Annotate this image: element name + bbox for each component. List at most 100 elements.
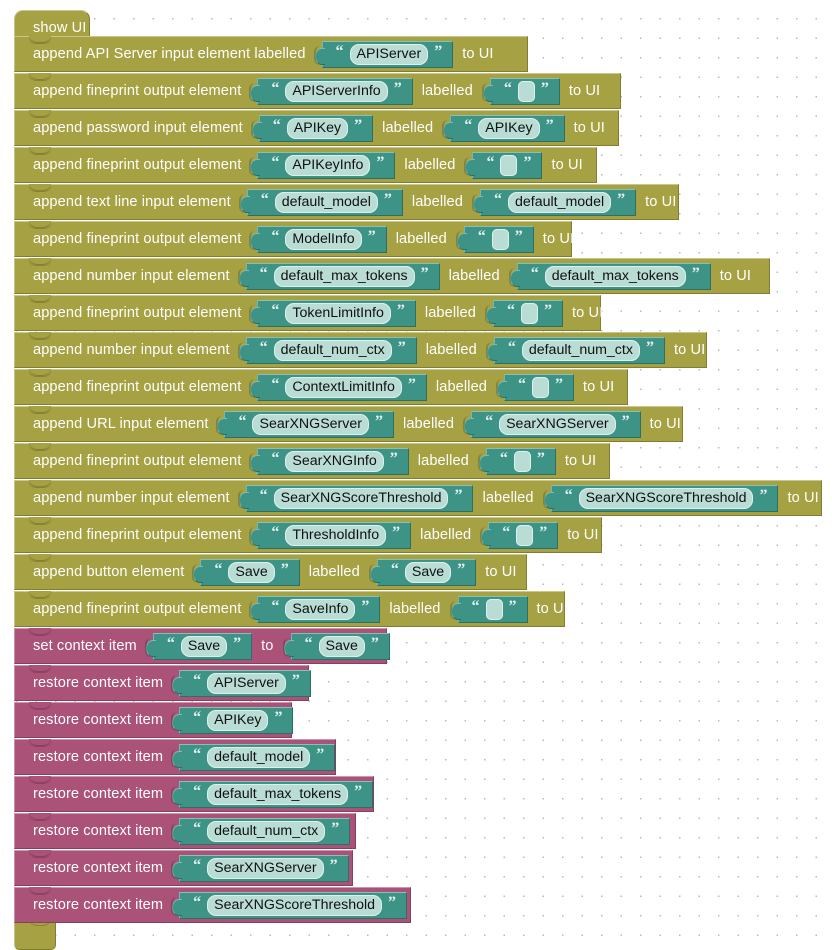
text-field[interactable]: ContextLimitInfo — [285, 376, 402, 398]
text-field[interactable] — [500, 154, 518, 176]
text-field[interactable]: APIKey — [207, 709, 269, 731]
value-block-text[interactable]: “ Save ” — [282, 632, 390, 660]
value-block-text[interactable]: “ APIKey ” — [442, 114, 565, 142]
value-block-text[interactable]: “ Save ” — [144, 632, 253, 660]
text-field[interactable]: Save — [318, 635, 365, 657]
value-block-empty[interactable]: “” — [484, 299, 563, 327]
block-append-saveinfo-fineprint[interactable]: append fineprint output element “ SaveInfo… — [14, 591, 568, 627]
value-block-text[interactable]: “ APIKey ” — [250, 114, 374, 142]
blockly-workspace[interactable]: show UI append API Server input element l… — [0, 0, 832, 950]
value-block-text[interactable]: “ TokenLimitInfo ” — [249, 299, 416, 327]
text-field[interactable]: Save — [180, 635, 228, 657]
value-block-text[interactable]: “ default_max_tokens ” — [237, 262, 440, 290]
block-restore-context-item-default-max-tokens[interactable]: restore context item “ default_max_tokens ” — [14, 776, 374, 812]
block-append-modelinfo-fineprint[interactable]: append fineprint output element “ ModelInf… — [14, 221, 574, 257]
text-field[interactable]: APIServerInfo — [285, 80, 388, 102]
block-append-url-input[interactable]: append URL input element “ SearXNGServer ” l… — [14, 406, 683, 442]
text-field[interactable]: APIKeyInfo — [285, 154, 371, 176]
value-block-text[interactable]: “ ContextLimitInfo ” — [249, 373, 427, 401]
value-block-text[interactable]: “ APIServerInfo ” — [249, 77, 413, 105]
text-field[interactable]: default_num_ctx — [207, 820, 326, 842]
text-field[interactable] — [520, 302, 538, 324]
text-field[interactable]: APIKey — [286, 117, 349, 139]
block-append-thresholdinfo-fineprint[interactable]: append fineprint output element “ Threshol… — [14, 517, 602, 553]
value-block-empty[interactable]: “” — [480, 521, 559, 549]
block-restore-context-item-apiserver[interactable]: restore context item “ APIServer ” — [14, 665, 311, 701]
text-field[interactable]: default_max_tokens — [273, 265, 415, 287]
value-block-empty[interactable]: “” — [481, 77, 560, 105]
block-append-button-element-save[interactable]: append button element “ Save ” labelled “ Save… — [14, 554, 527, 590]
value-block-text[interactable]: “ SearXNGScoreThreshold ” — [171, 891, 408, 919]
value-block-text[interactable]: “ ThresholdInfo ” — [249, 521, 412, 549]
value-block-text[interactable]: “ Save ” — [192, 558, 300, 586]
value-block-empty[interactable]: “” — [455, 225, 534, 253]
block-append-contextlimitinfo-fineprint[interactable]: append fineprint output element “ ContextL… — [14, 369, 628, 405]
text-field[interactable]: default_model — [507, 191, 612, 213]
block-append-searxnginfo-fineprint[interactable]: append fineprint output element “ SearXNGI… — [14, 443, 610, 479]
block-restore-context-item-default-num-ctx[interactable]: restore context item “ default_num_ctx ” — [14, 813, 356, 849]
text-field[interactable]: SearXNGScoreThreshold — [578, 487, 754, 509]
block-append-tokenlimitinfo-fineprint[interactable]: append fineprint output element “ TokenLim… — [14, 295, 603, 331]
value-block-text[interactable]: “ SearXNGServer ” — [171, 854, 349, 882]
stack-end-cap[interactable] — [14, 919, 56, 950]
value-block-text[interactable]: “ default_model ” — [471, 188, 637, 216]
text-field[interactable]: ModelInfo — [285, 228, 362, 250]
value-block-text[interactable]: “ APIKeyInfo ” — [249, 151, 396, 179]
text-field[interactable] — [516, 524, 534, 546]
text-field[interactable]: SearXNGServer — [252, 413, 369, 435]
value-block-text[interactable]: “ SearXNGServer ” — [463, 410, 641, 438]
text-field[interactable]: default_model — [274, 191, 378, 213]
block-restore-context-item-searxngscorethreshold[interactable]: restore context item “ SearXNGScoreThresho… — [14, 887, 411, 923]
text-field[interactable]: APIServer — [207, 672, 286, 694]
block-append-text-line-input[interactable]: append text line input element “ default_m… — [14, 184, 679, 220]
block-append-password-input[interactable]: append password input element “ APIKey ” lab… — [14, 110, 619, 146]
text-field[interactable]: Save — [404, 561, 452, 583]
value-block-text[interactable]: “ SearXNGScoreThreshold ” — [237, 484, 474, 512]
block-restore-context-item-apikey[interactable]: restore context item “ APIKey ” — [14, 702, 294, 738]
block-restore-context-item-default-model[interactable]: restore context item “ default_model ” — [14, 739, 336, 775]
block-append-number-input-max-tokens[interactable]: append number input element “ default_max_… — [14, 258, 770, 294]
value-block-text[interactable]: “ APIKey ” — [171, 706, 294, 734]
text-field[interactable]: default_num_ctx — [273, 339, 392, 361]
text-field[interactable]: Save — [228, 561, 275, 583]
block-append-api-server-input[interactable]: append API Server input element labelled… — [14, 36, 528, 72]
text-field[interactable]: SearXNGScoreThreshold — [273, 487, 449, 509]
value-block-text[interactable]: “ ModelInfo ” — [249, 225, 387, 253]
block-append-number-input-score-threshold[interactable]: append number input element “ SearXNGScore… — [14, 480, 822, 516]
value-block-text[interactable]: “ APIServer ” — [313, 40, 454, 68]
text-field[interactable]: ThresholdInfo — [285, 524, 387, 546]
text-field[interactable]: default_max_tokens — [544, 265, 686, 287]
text-field[interactable] — [491, 228, 509, 250]
text-field[interactable]: SearXNGInfo — [285, 450, 384, 472]
value-block-text[interactable]: “ Save ” — [368, 558, 477, 586]
block-restore-context-item-searxngserver[interactable]: restore context item “ SearXNGServer ” — [14, 850, 353, 886]
text-field[interactable]: TokenLimitInfo — [285, 302, 391, 324]
value-block-empty[interactable]: “” — [464, 151, 543, 179]
block-set-context-item-save[interactable]: set context item “ Save ” to “ Save ” — [14, 628, 390, 664]
value-block-text[interactable]: “ SearXNGServer ” — [216, 410, 394, 438]
text-field[interactable]: APIKey — [478, 117, 540, 139]
block-append-number-input-num-ctx[interactable]: append number input element “ default_num_… — [14, 332, 707, 368]
value-block-text[interactable]: “ SearXNGInfo ” — [249, 447, 409, 475]
value-block-empty[interactable]: “” — [449, 595, 528, 623]
text-field[interactable] — [513, 450, 531, 472]
text-field[interactable]: SaveInfo — [285, 598, 356, 620]
value-block-empty[interactable]: “” — [496, 373, 574, 401]
value-block-text[interactable]: “ default_max_tokens ” — [171, 780, 374, 808]
value-block-text[interactable]: “ default_model ” — [238, 188, 403, 216]
block-append-apiserverinfo-fineprint[interactable]: append fineprint output element “ APIServe… — [14, 73, 621, 109]
text-field[interactable]: default_num_ctx — [521, 339, 640, 361]
value-block-text[interactable]: “ SearXNGScoreThreshold ” — [542, 484, 779, 512]
value-block-text[interactable]: “ default_num_ctx ” — [237, 336, 417, 364]
value-block-empty[interactable]: “” — [477, 447, 556, 475]
value-block-text[interactable]: “ default_num_ctx ” — [171, 817, 351, 845]
value-block-text[interactable]: “ default_max_tokens ” — [508, 262, 711, 290]
text-field[interactable] — [517, 80, 535, 102]
value-block-text[interactable]: “ default_num_ctx ” — [485, 336, 665, 364]
text-field[interactable]: SearXNGServer — [207, 857, 324, 879]
value-block-text[interactable]: “ SaveInfo ” — [249, 595, 381, 623]
value-block-text[interactable]: “ APIServer ” — [171, 669, 311, 697]
value-block-text[interactable]: “ default_model ” — [171, 743, 336, 771]
text-field[interactable] — [485, 598, 503, 620]
text-field[interactable]: default_max_tokens — [207, 783, 349, 805]
